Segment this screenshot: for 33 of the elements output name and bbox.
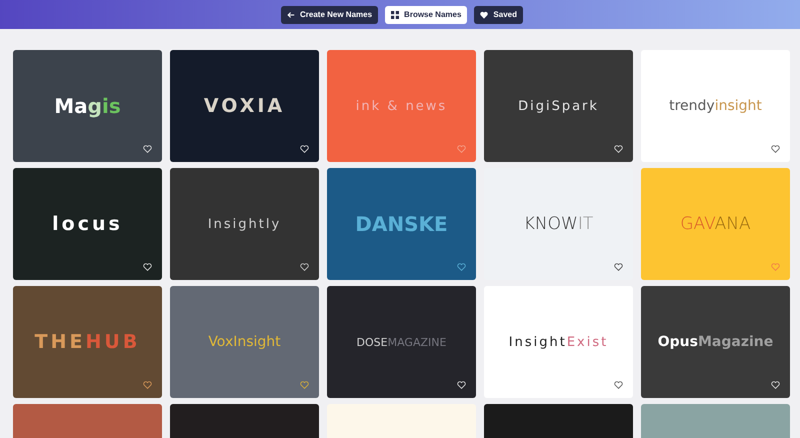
nav-button[interactable]: Create New Names	[281, 6, 378, 24]
heart-icon[interactable]	[771, 145, 780, 153]
name-card[interactable]: OpusMagazine	[641, 286, 790, 398]
heart-icon	[480, 10, 488, 18]
logo-text: DANSKE	[355, 212, 448, 236]
name-card[interactable]: VOXIA	[170, 50, 319, 162]
heart-icon[interactable]	[614, 381, 623, 389]
grid-icon	[391, 10, 400, 18]
logo-text: VoxInsight	[208, 334, 281, 350]
name-card[interactable]: Insight Exist	[484, 286, 633, 398]
logo-text: THE HUB	[34, 331, 140, 353]
logo-text: ink & news	[356, 98, 448, 114]
nav-button[interactable]: Browse Names	[385, 6, 468, 24]
logo-text: Insight Exist	[508, 334, 608, 350]
logo-text: Insightly	[208, 216, 282, 232]
logo-text: locus	[52, 213, 123, 235]
name-card[interactable]: DOSEMAGAZINE	[327, 286, 476, 398]
name-card[interactable]: trendyinsight	[641, 50, 790, 162]
name-card[interactable]: Insightly	[170, 168, 319, 280]
logo-text: Magis	[54, 94, 121, 118]
logo-text: OpusMagazine	[658, 334, 774, 350]
heart-icon[interactable]	[614, 263, 623, 271]
nav-button[interactable]: Saved	[474, 6, 523, 24]
name-card[interactable]: Magis	[13, 50, 162, 162]
logo-text: GAVANA	[680, 214, 751, 234]
name-card[interactable]: locus	[13, 168, 162, 280]
logo-text: KNOW IT	[524, 214, 594, 234]
arrow-left-icon	[287, 10, 295, 18]
logo-text: VOXIA	[204, 95, 286, 117]
logo-text: DOSEMAGAZINE	[356, 336, 446, 348]
logo-text: trendyinsight	[669, 98, 762, 114]
name-card[interactable]: DigiSpark	[484, 50, 633, 162]
logo-text: DigiSpark	[518, 98, 599, 114]
